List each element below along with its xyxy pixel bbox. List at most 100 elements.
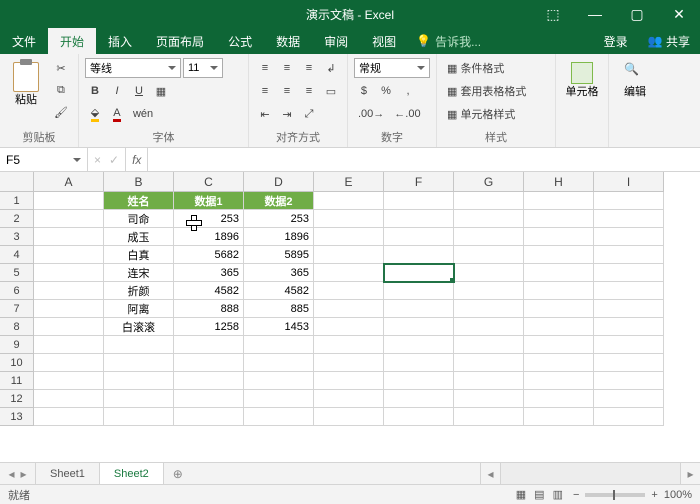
cell-H4[interactable] xyxy=(524,246,594,264)
row-header-12[interactable]: 12 xyxy=(0,390,34,408)
cell-I6[interactable] xyxy=(594,282,664,300)
cell-C7[interactable]: 888 xyxy=(174,300,244,318)
cell-B5[interactable]: 连宋 xyxy=(104,264,174,282)
cell-A4[interactable] xyxy=(34,246,104,264)
cell-I7[interactable] xyxy=(594,300,664,318)
cell-I3[interactable] xyxy=(594,228,664,246)
row-header-3[interactable]: 3 xyxy=(0,228,34,246)
cell-D2[interactable]: 253 xyxy=(244,210,314,228)
editing-button[interactable]: 🔍 编辑 xyxy=(615,58,655,131)
number-format-dropdown[interactable]: 常规 xyxy=(354,58,430,78)
cell-B11[interactable] xyxy=(104,372,174,390)
cell-E4[interactable] xyxy=(314,246,384,264)
cell-C6[interactable]: 4582 xyxy=(174,282,244,300)
fill-color-button[interactable]: ⬙ xyxy=(85,104,105,124)
cell-B4[interactable]: 白真 xyxy=(104,246,174,264)
cell-E9[interactable] xyxy=(314,336,384,354)
cell-D12[interactable] xyxy=(244,390,314,408)
zoom-slider[interactable] xyxy=(585,493,645,497)
cell-H6[interactable] xyxy=(524,282,594,300)
tell-me[interactable]: 💡 告诉我... xyxy=(408,28,489,54)
cell-I5[interactable] xyxy=(594,264,664,282)
format-painter-button[interactable]: 🖌 xyxy=(50,102,72,122)
conditional-formatting-button[interactable]: ▦ 条件格式 xyxy=(443,58,549,78)
row-header-9[interactable]: 9 xyxy=(0,336,34,354)
align-center-button[interactable]: ≡ xyxy=(277,81,297,101)
font-name-dropdown[interactable]: 等线 xyxy=(85,58,181,78)
cell-B7[interactable]: 阿离 xyxy=(104,300,174,318)
cell-F4[interactable] xyxy=(384,246,454,264)
cell-D7[interactable]: 885 xyxy=(244,300,314,318)
cell-D13[interactable] xyxy=(244,408,314,426)
cell-G5[interactable] xyxy=(454,264,524,282)
accounting-format-button[interactable]: $ xyxy=(354,81,374,101)
decrease-indent-button[interactable]: ⇤ xyxy=(255,104,275,124)
cell-D11[interactable] xyxy=(244,372,314,390)
enter-formula-icon[interactable]: ✓ xyxy=(109,153,119,167)
cancel-formula-icon[interactable]: × xyxy=(94,153,101,167)
tab-file[interactable]: 文件 xyxy=(0,28,48,54)
cell-styles-button[interactable]: ▦ 单元格样式 xyxy=(443,104,549,124)
cell-I11[interactable] xyxy=(594,372,664,390)
cell-C13[interactable] xyxy=(174,408,244,426)
row-header-1[interactable]: 1 xyxy=(0,192,34,210)
select-all-corner[interactable] xyxy=(0,172,34,192)
cell-G7[interactable] xyxy=(454,300,524,318)
italic-button[interactable]: I xyxy=(107,81,127,101)
row-header-10[interactable]: 10 xyxy=(0,354,34,372)
cell-H9[interactable] xyxy=(524,336,594,354)
col-header-D[interactable]: D xyxy=(244,172,314,192)
col-header-C[interactable]: C xyxy=(174,172,244,192)
tab-insert[interactable]: 插入 xyxy=(96,28,144,54)
phonetic-button[interactable]: wén xyxy=(129,104,157,124)
cell-F7[interactable] xyxy=(384,300,454,318)
tab-data[interactable]: 数据 xyxy=(264,28,312,54)
bold-button[interactable]: B xyxy=(85,81,105,101)
cell-B1[interactable]: 姓名 xyxy=(104,192,174,210)
cell-H3[interactable] xyxy=(524,228,594,246)
sheet-nav[interactable]: ◂ ▸ xyxy=(0,463,36,484)
cell-C10[interactable] xyxy=(174,354,244,372)
tab-home[interactable]: 开始 xyxy=(48,28,96,54)
copy-button[interactable]: ⧉ xyxy=(50,80,72,100)
tab-formulas[interactable]: 公式 xyxy=(216,28,264,54)
sheet-tab-sheet2[interactable]: Sheet2 xyxy=(100,463,164,484)
row-header-8[interactable]: 8 xyxy=(0,318,34,336)
cell-F5[interactable] xyxy=(384,264,454,282)
share-button[interactable]: 👥 共享 xyxy=(638,28,700,54)
cell-A9[interactable] xyxy=(34,336,104,354)
align-right-button[interactable]: ≡ xyxy=(299,81,319,101)
scroll-right-icon[interactable]: ▸ xyxy=(680,463,700,484)
cell-D1[interactable]: 数据2 xyxy=(244,192,314,210)
row-header-4[interactable]: 4 xyxy=(0,246,34,264)
col-header-A[interactable]: A xyxy=(34,172,104,192)
cell-E3[interactable] xyxy=(314,228,384,246)
cell-C3[interactable]: 1896 xyxy=(174,228,244,246)
cell-C5[interactable]: 365 xyxy=(174,264,244,282)
cell-G10[interactable] xyxy=(454,354,524,372)
formula-input[interactable] xyxy=(148,148,700,171)
row-header-5[interactable]: 5 xyxy=(0,264,34,282)
cell-F6[interactable] xyxy=(384,282,454,300)
cell-B13[interactable] xyxy=(104,408,174,426)
comma-format-button[interactable]: , xyxy=(398,81,418,101)
cell-G13[interactable] xyxy=(454,408,524,426)
cell-A13[interactable] xyxy=(34,408,104,426)
cell-E12[interactable] xyxy=(314,390,384,408)
cell-G4[interactable] xyxy=(454,246,524,264)
cell-A1[interactable] xyxy=(34,192,104,210)
format-as-table-button[interactable]: ▦ 套用表格格式 xyxy=(443,81,549,101)
cell-B2[interactable]: 司命 xyxy=(104,210,174,228)
cell-F12[interactable] xyxy=(384,390,454,408)
cell-C4[interactable]: 5682 xyxy=(174,246,244,264)
cell-H2[interactable] xyxy=(524,210,594,228)
cell-B8[interactable]: 白滚滚 xyxy=(104,318,174,336)
cell-D10[interactable] xyxy=(244,354,314,372)
cell-B6[interactable]: 折颜 xyxy=(104,282,174,300)
cell-I13[interactable] xyxy=(594,408,664,426)
col-header-B[interactable]: B xyxy=(104,172,174,192)
font-color-button[interactable]: A xyxy=(107,104,127,124)
cell-G8[interactable] xyxy=(454,318,524,336)
cell-H13[interactable] xyxy=(524,408,594,426)
cell-G3[interactable] xyxy=(454,228,524,246)
